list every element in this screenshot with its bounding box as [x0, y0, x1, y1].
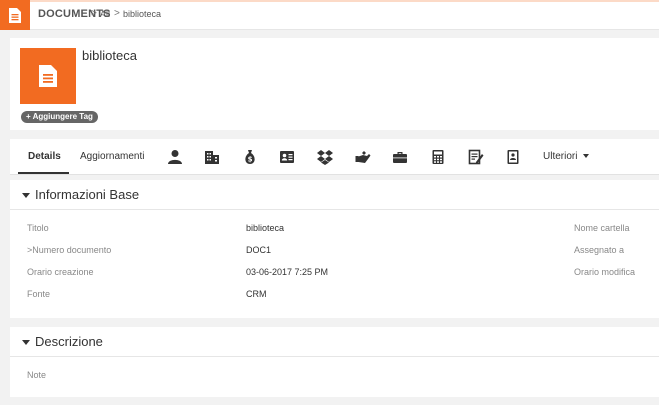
add-tag-label: Aggiungere Tag [32, 112, 93, 121]
panel-title: Informazioni Base [35, 187, 140, 202]
tab-more-dropdown[interactable]: Ulteriori [543, 151, 590, 162]
record-tabs: Details Aggiornamenti $ Ulteriori [10, 139, 659, 175]
breadcrumb-separator: > [114, 8, 120, 19]
active-tab-indicator [18, 172, 69, 174]
field-value-created: 03-06-2017 7:25 PM [246, 267, 329, 277]
chevron-down-icon [583, 154, 590, 159]
field-label-number: >Numero documento [27, 245, 112, 255]
tab-details[interactable]: Details [28, 151, 61, 162]
building-icon[interactable] [202, 147, 222, 167]
description-header[interactable]: Descrizione [10, 327, 659, 357]
field-label-note: Note [27, 370, 47, 380]
field-label-title: Titolo [27, 223, 49, 233]
edit-note-icon[interactable] [466, 147, 486, 167]
contact-card-icon[interactable] [277, 147, 297, 167]
field-label-created: Orario creazione [27, 267, 94, 277]
description-panel: Descrizione Note [10, 327, 659, 397]
breadcrumb-separator: > [91, 8, 97, 19]
field-label-modified: Orario modifica [574, 267, 636, 277]
handshake-icon[interactable] [353, 147, 373, 167]
field-value-source: CRM [246, 289, 267, 299]
document-record-icon [20, 48, 76, 104]
breadcrumb-current: biblioteca [123, 9, 162, 19]
record-header: biblioteca + Aggiungere Tag [10, 38, 659, 130]
record-title: biblioteca [82, 48, 137, 63]
briefcase-icon[interactable] [390, 147, 410, 167]
tab-more-label: Ulteriori [543, 151, 578, 162]
documents-module-icon[interactable] [0, 0, 30, 30]
basic-info-panel: Informazioni Base Titolo biblioteca Nome… [10, 180, 659, 318]
breadcrumb-all[interactable]: All [100, 9, 110, 19]
dropbox-icon[interactable] [315, 147, 335, 167]
plus-icon: + [26, 112, 31, 121]
contact-book-icon[interactable] [503, 147, 523, 167]
field-value-title[interactable]: biblioteca [246, 223, 284, 233]
person-icon[interactable] [165, 147, 185, 167]
collapse-caret-icon[interactable] [22, 193, 30, 198]
calculator-icon[interactable] [428, 147, 448, 167]
field-label-assigned: Assegnato a [574, 245, 625, 255]
basic-info-header[interactable]: Informazioni Base [10, 180, 659, 210]
collapse-caret-icon[interactable] [22, 340, 30, 345]
field-label-folder: Nome cartella [574, 223, 630, 233]
money-bag-icon[interactable]: $ [240, 147, 260, 167]
add-tag-button[interactable]: + Aggiungere Tag [21, 111, 98, 123]
tab-updates[interactable]: Aggiornamenti [80, 151, 144, 162]
top-bar: DOCUMENTS > All > biblioteca [0, 0, 659, 30]
svg-text:$: $ [248, 156, 253, 164]
field-label-source: Fonte [27, 289, 51, 299]
field-value-number[interactable]: DOC1 [246, 245, 271, 255]
panel-title: Descrizione [35, 334, 103, 349]
